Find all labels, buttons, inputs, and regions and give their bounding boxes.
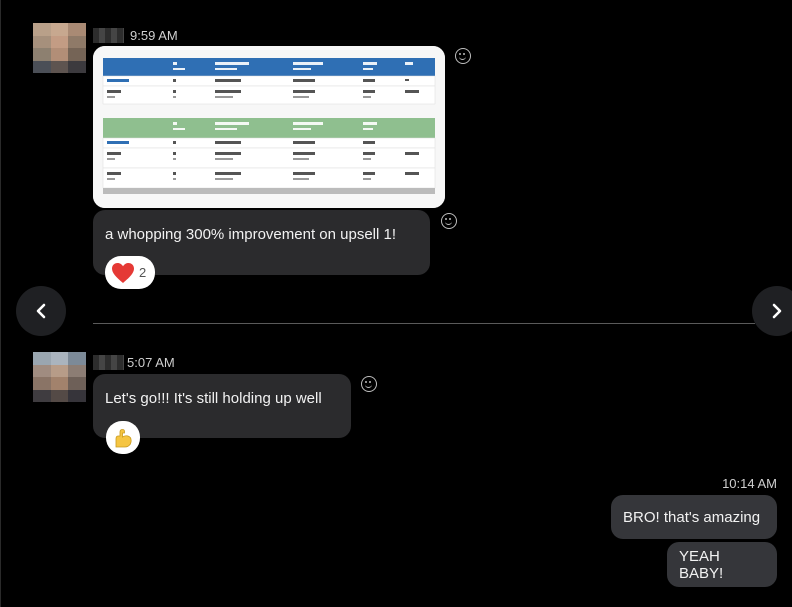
my-message-time: 10:14 AM [722, 476, 777, 491]
chevron-left-icon [36, 303, 46, 319]
add-reaction-icon[interactable] [441, 213, 457, 229]
message-time: 5:07 AM [127, 355, 175, 370]
avatar[interactable] [33, 23, 86, 73]
message-text: Let's go!!! It's still holding up well [105, 390, 322, 407]
avatar[interactable] [33, 352, 86, 402]
sender-name-redacted [93, 355, 124, 370]
message-divider [93, 323, 755, 324]
reaction-heart[interactable]: 2 [105, 256, 155, 289]
flexed-biceps-icon [115, 428, 132, 447]
my-message-bubble[interactable]: YEAH BABY! [667, 542, 777, 587]
window-left-border [0, 0, 1, 607]
add-reaction-icon[interactable] [361, 376, 377, 392]
heart-icon [112, 262, 134, 283]
previous-button[interactable] [16, 286, 66, 336]
add-reaction-icon[interactable] [455, 48, 471, 64]
message-time: 9:59 AM [130, 28, 178, 43]
message-text: YEAH BABY! [679, 547, 724, 582]
reaction-flex[interactable] [106, 421, 140, 454]
spreadsheet-image[interactable] [93, 46, 445, 208]
next-button[interactable] [752, 286, 792, 336]
reaction-count: 2 [139, 265, 147, 280]
sender-name-redacted [93, 28, 124, 43]
spreadsheet-graphic [93, 46, 445, 208]
message-text: BRO! that's amazing [623, 508, 761, 526]
chevron-right-icon [772, 303, 782, 319]
my-message-bubble[interactable]: BRO! that's amazing [611, 495, 777, 539]
message-text: a whopping 300% improvement on upsell 1! [105, 226, 397, 243]
